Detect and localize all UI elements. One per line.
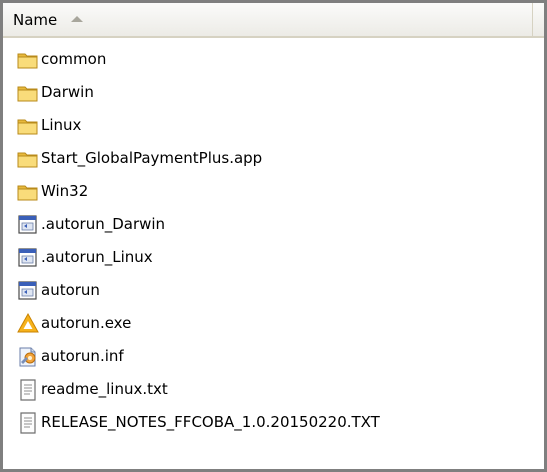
file-list-pane: Name common Darwin Linux Start_GlobalPay… — [0, 0, 547, 472]
application-window-icon — [16, 213, 40, 237]
column-header-bar: Name — [3, 3, 544, 38]
file-row[interactable]: Linux — [16, 109, 536, 142]
file-row[interactable]: .autorun_Linux — [16, 241, 536, 274]
folder-icon — [16, 81, 40, 105]
file-name: .autorun_Darwin — [41, 215, 166, 233]
file-name: Linux — [41, 116, 82, 134]
file-row[interactable]: common — [16, 43, 536, 76]
folder-icon — [16, 48, 40, 72]
file-row[interactable]: .autorun_Darwin — [16, 208, 536, 241]
folder-icon — [16, 147, 40, 171]
yellow-logo-icon — [16, 312, 40, 336]
file-row[interactable]: autorun.exe — [16, 307, 536, 340]
file-name: common — [41, 50, 107, 68]
file-row[interactable]: Darwin — [16, 76, 536, 109]
text-file-icon — [16, 411, 40, 435]
file-row[interactable]: Start_GlobalPaymentPlus.app — [16, 142, 536, 175]
name-column-label: Name — [13, 10, 58, 29]
file-name: .autorun_Linux — [41, 248, 153, 266]
application-window-icon — [16, 246, 40, 270]
text-file-icon — [16, 378, 40, 402]
folder-icon — [16, 180, 40, 204]
sort-ascending-icon — [71, 15, 84, 22]
file-name: Win32 — [41, 182, 89, 200]
file-name: readme_linux.txt — [41, 380, 168, 398]
file-name: Darwin — [41, 83, 94, 101]
file-row[interactable]: autorun — [16, 274, 536, 307]
file-name: autorun — [41, 281, 100, 299]
name-column-header[interactable]: Name — [3, 3, 533, 36]
column-header-filler — [533, 3, 544, 36]
file-row[interactable]: RELEASE_NOTES_FFCOBA_1.0.20150220.TXT — [16, 406, 536, 439]
application-window-icon — [16, 279, 40, 303]
file-row[interactable]: Win32 — [16, 175, 536, 208]
folder-icon — [16, 114, 40, 138]
file-name: autorun.inf — [41, 347, 124, 365]
file-name: autorun.exe — [41, 314, 132, 332]
file-name: Start_GlobalPaymentPlus.app — [41, 149, 263, 167]
file-row[interactable]: autorun.inf — [16, 340, 536, 373]
file-row[interactable]: readme_linux.txt — [16, 373, 536, 406]
file-name: RELEASE_NOTES_FFCOBA_1.0.20150220.TXT — [41, 413, 380, 431]
settings-file-icon — [16, 345, 40, 369]
file-list: common Darwin Linux Start_GlobalPaymentP… — [16, 43, 536, 439]
